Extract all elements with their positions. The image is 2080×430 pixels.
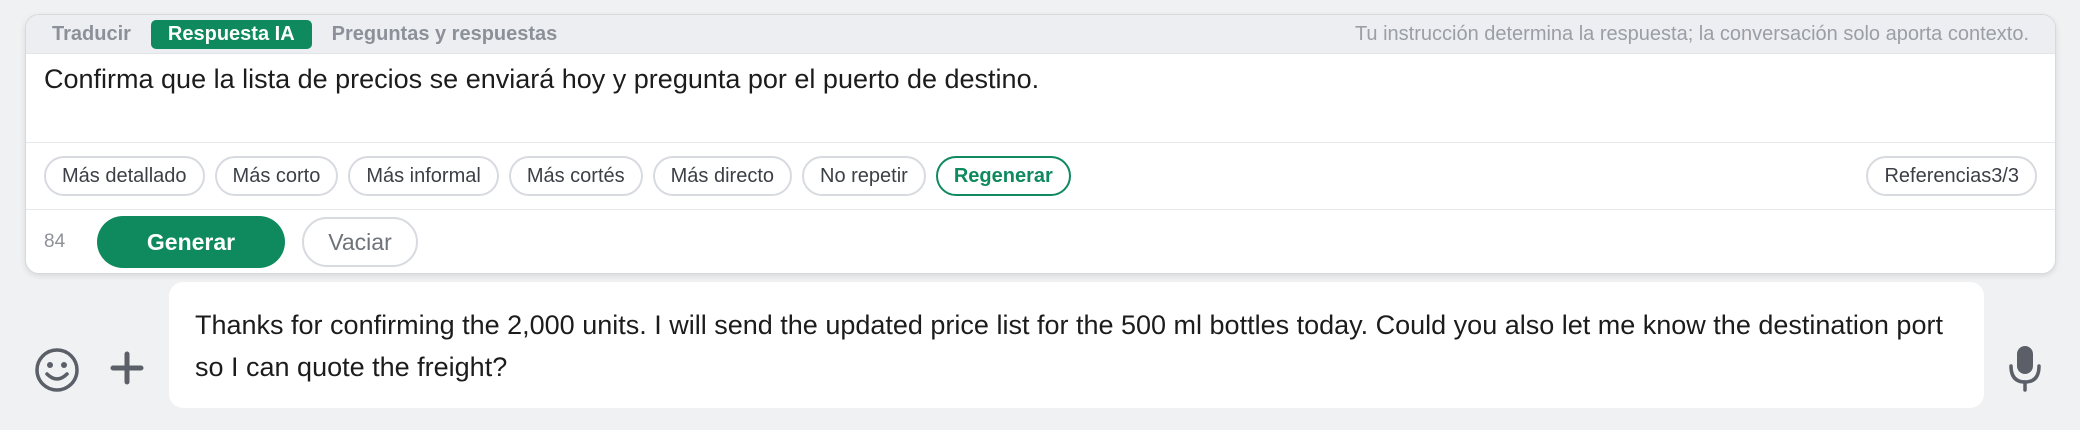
tab-ai-reply[interactable]: Respuesta IA [150,19,312,49]
message-composer[interactable]: Thanks for confirming the 2,000 units. I… [169,282,1984,408]
chip-shorter[interactable]: Más corto [214,156,339,196]
chip-more-direct[interactable]: Más directo [652,156,793,196]
mode-tabs: Traducir Respuesta IA Preguntas y respue… [26,15,2055,54]
chip-more-detailed[interactable]: Más detallado [44,156,205,196]
tab-translate[interactable]: Traducir [36,20,147,49]
regenerate-button[interactable]: Regenerar [935,156,1071,196]
references-button[interactable]: Referencias3/3 [1866,156,2037,196]
smiley-icon[interactable] [33,346,81,394]
action-row: 84 Generar Vaciar [26,210,2055,273]
chip-more-polite[interactable]: Más cortés [508,156,643,196]
tab-qa[interactable]: Preguntas y respuestas [316,20,574,49]
clear-button[interactable]: Vaciar [302,217,418,267]
generate-button[interactable]: Generar [97,216,285,268]
composer-text: Thanks for confirming the 2,000 units. I… [195,310,1943,382]
microphone-icon[interactable] [2005,344,2045,394]
char-count: 84 [44,231,66,252]
instruction-input[interactable]: Confirma que la lista de precios se envi… [26,54,2055,143]
chip-more-casual[interactable]: Más informal [348,156,499,196]
instruction-hint: Tu instrucción determina la respuesta; l… [1354,22,2029,45]
plus-icon[interactable] [107,348,147,388]
instruction-text: Confirma que la lista de precios se envi… [44,64,1040,94]
style-chips: Más detallado Más corto Más informal Más… [26,143,2055,210]
chip-no-repeat[interactable]: No repetir [802,156,926,196]
ai-reply-panel: Traducir Respuesta IA Preguntas y respue… [25,14,2056,274]
